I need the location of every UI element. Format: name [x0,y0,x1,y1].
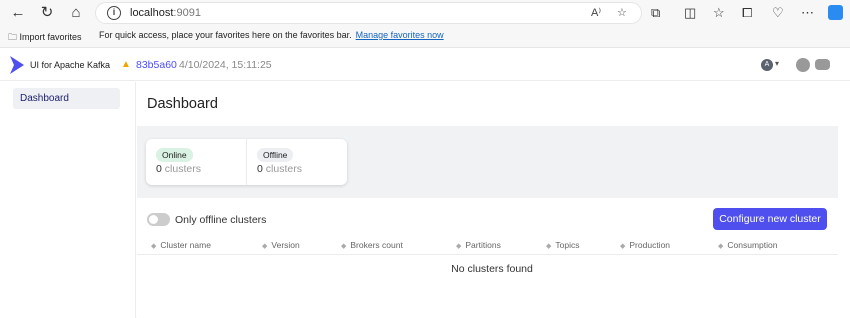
empty-table-message: No clusters found [451,263,533,275]
favorite-star-icon[interactable]: ☆ [617,6,627,19]
home-icon[interactable]: ⌂ [67,4,85,22]
commit-link[interactable]: 83b5a60 [136,59,177,71]
manage-favorites-link[interactable]: Manage favorites now [356,30,444,40]
sort-icon: ◆ [718,243,724,250]
col-production[interactable]: ◆ Production [620,240,670,250]
user-avatar[interactable]: A [761,59,773,71]
favorites-bar: 🗀 Import favorites For quick access, pla… [0,27,850,45]
back-arrow-icon[interactable]: ← [9,4,27,22]
online-stat: Online 0 clusters [146,139,246,185]
favorites-message: For quick access, place your favorites h… [99,30,444,40]
chevron-down-icon[interactable]: ▾ [775,59,779,68]
app-title[interactable]: UI for Apache Kafka [30,60,110,70]
reload-icon[interactable]: ↻ [38,4,56,22]
configure-cluster-button[interactable]: Configure new cluster [713,208,827,230]
offline-badge: Offline [257,148,294,162]
page-title: Dashboard [147,96,218,112]
copilot-icon[interactable] [828,5,843,20]
col-partitions[interactable]: ◆ Partitions [456,240,501,250]
extensions-icon[interactable]: ⧉ [651,5,660,21]
col-consumption[interactable]: ◆ Consumption [718,240,777,250]
commit-date: 4/10/2024, 15:11:25 [179,59,272,71]
col-cluster-name[interactable]: ◆ Cluster name [151,240,211,250]
online-badge: Online [156,148,193,162]
address-bar[interactable]: i localhost:9091 A⁾ ☆ [95,2,642,24]
warning-icon: ▲ [121,59,131,70]
site-info-icon[interactable]: i [107,6,121,20]
sort-icon: ◆ [151,243,157,250]
table-header: ◆ Cluster name ◆ Version ◆ Brokers count ◆ P… [137,236,838,255]
more-menu-icon[interactable]: ⋯ [801,5,814,21]
sort-icon: ◆ [262,243,268,250]
sort-icon: ◆ [341,243,347,250]
sort-icon: ◆ [546,243,552,250]
offline-stat: Offline 0 clusters [246,139,346,185]
browser-toolbar: ← ↻ ⌂ i localhost:9091 A⁾ ☆ ⧉ ◫ ☆ ⧠ ♡ ⋯ [0,0,850,27]
kafka-logo-icon [10,56,24,74]
offline-toggle-label: Only offline clusters [175,214,267,226]
browser-essentials-icon[interactable]: ♡ [772,5,784,21]
stats-band: Online 0 clusters Offline 0 clusters [137,126,838,198]
collections-icon[interactable]: ⧠ [742,5,752,21]
main-content: Dashboard Online 0 clusters Offline 0 cl… [137,82,850,318]
sidebar-item-dashboard[interactable]: Dashboard [13,88,120,109]
sort-icon: ◆ [620,243,626,250]
read-aloud-icon[interactable]: A⁾ [591,6,601,19]
import-favorites-button[interactable]: 🗀 Import favorites [8,30,82,46]
sort-icon: ◆ [456,243,462,250]
favorites-icon[interactable]: ☆ [713,5,725,21]
split-screen-icon[interactable]: ◫ [684,5,696,21]
offline-count: 0 clusters [257,163,302,175]
app-window: UI for Apache Kafka ▲ 83b5a60 4/10/2024,… [0,47,850,318]
col-version[interactable]: ◆ Version [262,240,300,250]
online-count: 0 clusters [156,163,201,175]
app-header: UI for Apache Kafka ▲ 83b5a60 4/10/2024,… [0,48,850,81]
offline-toggle[interactable] [147,213,170,226]
github-icon[interactable] [796,58,810,72]
col-topics[interactable]: ◆ Topics [546,240,579,250]
url-text: localhost:9091 [130,7,201,19]
cluster-stats-card: Online 0 clusters Offline 0 clusters [146,139,347,185]
discord-icon[interactable] [815,59,830,70]
col-brokers-count[interactable]: ◆ Brokers count [341,240,403,250]
sidebar: Dashboard [0,82,136,318]
